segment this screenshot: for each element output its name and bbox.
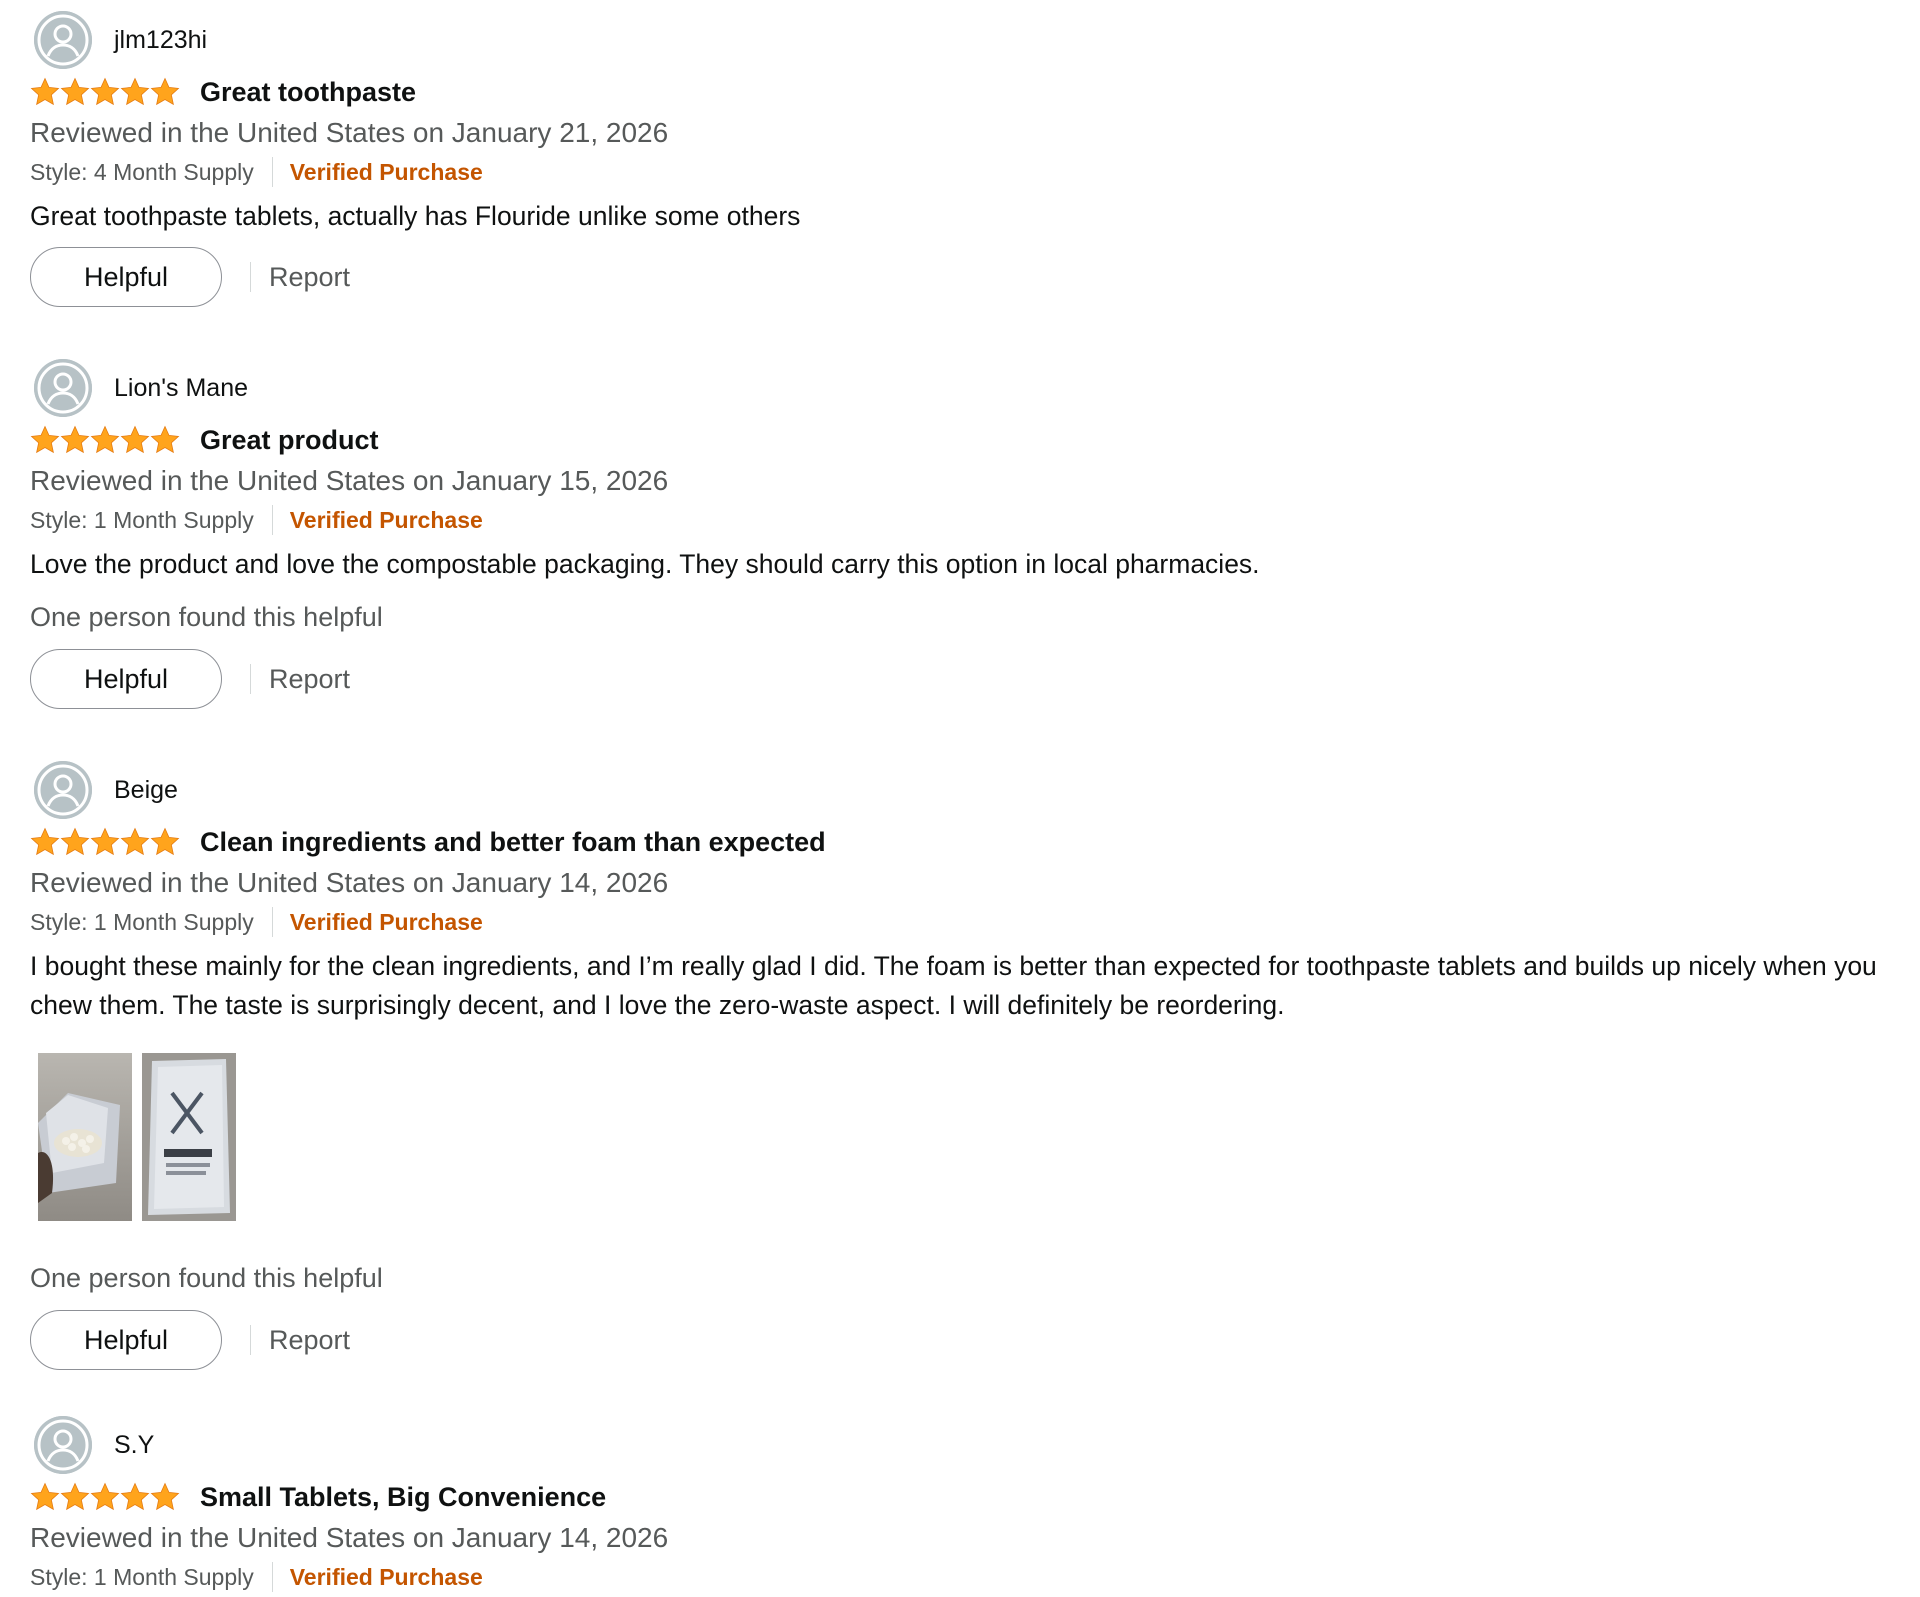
format-strip: Style: 1 Month Supply Verified Purchase <box>30 1557 1900 1597</box>
star-icon <box>30 425 60 455</box>
reviewer-profile[interactable]: Beige <box>34 760 1900 820</box>
helpful-button[interactable]: Helpful <box>30 1310 222 1370</box>
divider <box>250 262 251 292</box>
divider <box>250 664 251 694</box>
review-card: Lion's Mane Great product Reviewed in th… <box>30 358 1900 710</box>
star-icon <box>120 425 150 455</box>
star-icon <box>90 1482 120 1512</box>
divider <box>271 907 273 937</box>
review-image-thumbnail[interactable] <box>38 1053 132 1221</box>
star-icon <box>30 77 60 107</box>
avatar-icon <box>34 1416 92 1474</box>
star-icon <box>60 425 90 455</box>
review-date: Reviewed in the United States on January… <box>30 867 669 898</box>
divider <box>271 1562 273 1592</box>
review-title[interactable]: Small Tablets, Big Convenience <box>200 1480 606 1514</box>
report-link[interactable]: Report <box>269 262 350 293</box>
review-title[interactable]: Great toothpaste <box>200 75 416 109</box>
review-card: jlm123hi Great toothpaste Reviewed in th… <box>30 10 1900 308</box>
avatar-icon <box>34 11 92 69</box>
helpful-count: One person found this helpful <box>30 602 383 632</box>
format-strip: Style: 4 Month Supply Verified Purchase <box>30 152 1900 192</box>
helpful-count: One person found this helpful <box>30 1263 383 1293</box>
star-rating[interactable] <box>30 75 180 109</box>
star-icon <box>90 827 120 857</box>
star-icon <box>150 77 180 107</box>
review-title[interactable]: Clean ingredients and better foam than e… <box>200 825 826 859</box>
star-rating[interactable] <box>30 1480 180 1514</box>
review-text: I bought these mainly for the clean ingr… <box>30 951 1877 1020</box>
star-icon <box>150 425 180 455</box>
style-link[interactable]: Style: 1 Month Supply <box>30 1564 254 1591</box>
star-icon <box>60 827 90 857</box>
verified-purchase-badge: Verified Purchase <box>289 908 483 935</box>
divider <box>271 505 273 535</box>
review-date: Reviewed in the United States on January… <box>30 117 669 148</box>
review-images <box>38 1053 1900 1221</box>
reviewer-profile[interactable]: jlm123hi <box>34 10 1900 70</box>
reviewer-name[interactable]: jlm123hi <box>114 25 207 55</box>
star-icon <box>60 1482 90 1512</box>
reviewer-profile[interactable]: Lion's Mane <box>34 358 1900 418</box>
review-card: Beige Clean ingredients and better foam … <box>30 760 1900 1371</box>
report-link[interactable]: Report <box>269 664 350 695</box>
star-icon <box>30 1482 60 1512</box>
format-strip: Style: 1 Month Supply Verified Purchase <box>30 902 1900 942</box>
verified-purchase-badge: Verified Purchase <box>289 506 483 533</box>
star-icon <box>90 425 120 455</box>
review-title[interactable]: Great product <box>200 423 379 457</box>
star-rating[interactable] <box>30 825 180 859</box>
star-rating[interactable] <box>30 423 180 457</box>
star-icon <box>120 77 150 107</box>
avatar-icon <box>34 761 92 819</box>
verified-purchase-badge: Verified Purchase <box>289 158 483 185</box>
helpful-button[interactable]: Helpful <box>30 649 222 709</box>
divider <box>250 1325 251 1355</box>
review-date: Reviewed in the United States on January… <box>30 1522 669 1553</box>
verified-purchase-badge: Verified Purchase <box>289 1563 483 1590</box>
reviewer-name[interactable]: S.Y <box>114 1430 154 1460</box>
style-link[interactable]: Style: 1 Month Supply <box>30 909 254 936</box>
report-link[interactable]: Report <box>269 1325 350 1356</box>
reviewer-name[interactable]: Beige <box>114 775 178 805</box>
review-date: Reviewed in the United States on January… <box>30 465 669 496</box>
star-icon <box>90 77 120 107</box>
star-icon <box>120 827 150 857</box>
avatar-icon <box>34 359 92 417</box>
reviewer-name[interactable]: Lion's Mane <box>114 373 248 403</box>
star-icon <box>150 827 180 857</box>
star-icon <box>150 1482 180 1512</box>
review-text: Great toothpaste tablets, actually has F… <box>30 201 801 231</box>
review-card: S.Y Small Tablets, Big Convenience Revie… <box>30 1415 1900 1597</box>
reviewer-profile[interactable]: S.Y <box>34 1415 1900 1475</box>
format-strip: Style: 1 Month Supply Verified Purchase <box>30 500 1900 540</box>
helpful-button[interactable]: Helpful <box>30 247 222 307</box>
review-image-thumbnail[interactable] <box>142 1053 236 1221</box>
style-link[interactable]: Style: 1 Month Supply <box>30 507 254 534</box>
star-icon <box>60 77 90 107</box>
star-icon <box>30 827 60 857</box>
star-icon <box>120 1482 150 1512</box>
review-text: Love the product and love the compostabl… <box>30 549 1260 579</box>
divider <box>271 157 273 187</box>
style-link[interactable]: Style: 4 Month Supply <box>30 159 254 186</box>
